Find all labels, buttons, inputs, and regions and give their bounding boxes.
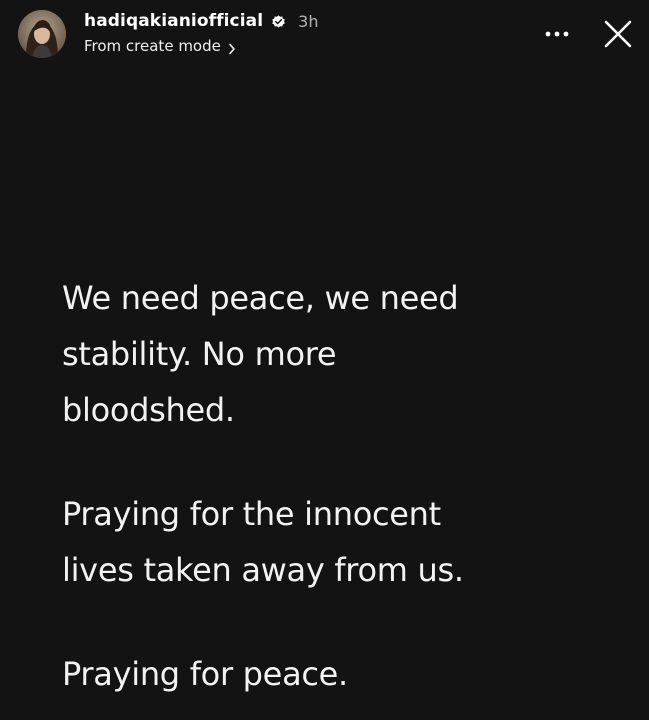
close-icon [604,20,632,48]
more-horizontal-icon [545,31,569,37]
more-options-button[interactable] [542,24,572,44]
username[interactable]: hadiqakianiofficial [84,11,263,31]
story-header: hadiqakianiofficial 3h From create mode [18,8,640,60]
avatar-image [18,10,66,58]
close-button[interactable] [600,16,636,52]
post-time: 3h [298,11,319,31]
verified-badge-icon [271,14,286,29]
story-paragraph-3: Praying for peace. [62,655,348,693]
avatar[interactable] [18,10,66,58]
story-paragraph-2: Praying for the innocent lives taken awa… [62,495,464,589]
story-meta: hadiqakianiofficial 3h From create mode [84,8,318,60]
name-row: hadiqakianiofficial 3h [84,9,318,33]
chevron-right-icon [228,40,236,55]
story-paragraph-1: We need peace, we need stability. No mor… [62,279,459,429]
story-text: We need peace, we need stability. No mor… [62,270,622,702]
subtitle-text: From create mode [84,37,221,55]
create-mode-link[interactable]: From create mode [84,35,318,57]
story-viewer: hadiqakianiofficial 3h From create mode [0,0,649,720]
